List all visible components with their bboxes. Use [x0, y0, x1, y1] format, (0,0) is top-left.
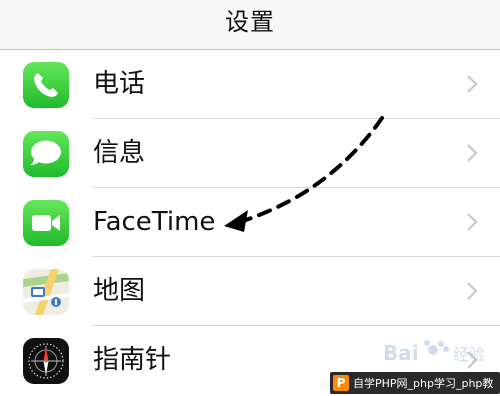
navigation-bar: 设置: [0, 0, 500, 50]
facetime-icon: [23, 200, 69, 246]
settings-item-label: FaceTime: [93, 207, 216, 237]
settings-item-messages[interactable]: 信息: [0, 119, 500, 188]
settings-item-maps[interactable]: 地图: [0, 257, 500, 326]
phone-icon: [23, 62, 69, 108]
chevron-right-icon: [467, 75, 478, 93]
settings-item-label: 信息: [93, 138, 146, 168]
site-banner: P 自学PHP网_php学习_php教: [330, 372, 500, 394]
settings-item-label: 地图: [93, 276, 146, 306]
settings-item-facetime[interactable]: FaceTime: [0, 188, 500, 257]
page-title: 设置: [225, 8, 275, 36]
messages-icon: [23, 131, 69, 177]
settings-item-label: 电话: [93, 69, 146, 99]
chevron-right-icon: [467, 213, 478, 231]
compass-icon: [23, 338, 69, 384]
chevron-right-icon: [467, 282, 478, 300]
chevron-right-icon: [467, 144, 478, 162]
svg-text:经验: 经验: [453, 345, 485, 364]
site-logo-icon: P: [333, 375, 349, 391]
maps-icon: [23, 269, 69, 315]
svg-text:Bai: Bai: [383, 341, 419, 365]
watermark-logo: Bai 经验: [383, 340, 485, 365]
settings-screen: 设置 电话 信息 FaceTime 地图 指南针 Bai 经验 P 自学PHP网…: [0, 0, 500, 396]
site-banner-text: 自学PHP网_php学习_php教: [353, 377, 494, 390]
settings-item-label: 指南针: [93, 345, 172, 375]
settings-item-phone[interactable]: 电话: [0, 50, 500, 119]
